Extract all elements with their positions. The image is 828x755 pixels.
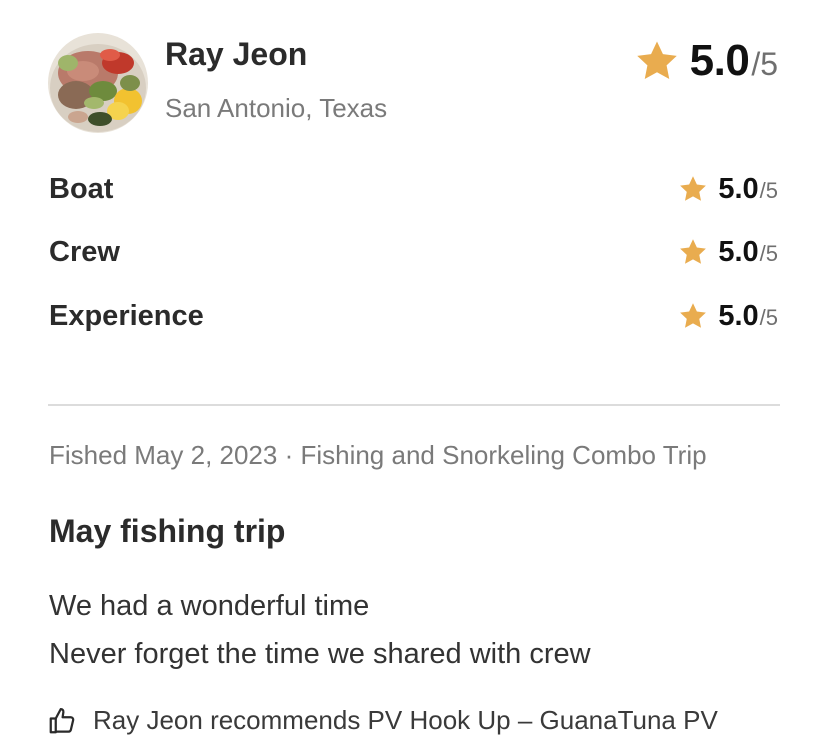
rating-value: 5.0 /5 xyxy=(678,173,778,206)
rating-score: 5.0 xyxy=(718,235,759,268)
divider xyxy=(48,404,780,406)
review-title: May fishing trip xyxy=(49,513,286,549)
rating-out-of: /5 xyxy=(759,240,778,266)
rating-score: 5.0 xyxy=(718,172,759,205)
rating-row-experience: Experience 5.0 /5 xyxy=(49,296,778,336)
recommendation-text: Ray Jeon recommends PV Hook Up – GuanaTu… xyxy=(93,705,718,735)
star-icon xyxy=(678,174,708,204)
reviewer-name[interactable]: Ray Jeon xyxy=(165,36,307,73)
reviewer-location: San Antonio, Texas xyxy=(165,93,388,123)
rating-score: 5.0 xyxy=(718,299,759,332)
overall-rating: 5.0 /5 xyxy=(634,36,778,86)
rating-label: Boat xyxy=(49,172,114,205)
rating-value: 5.0 /5 xyxy=(678,300,778,333)
thumbs-up-icon xyxy=(47,706,77,736)
review-line: We had a wonderful time xyxy=(49,590,370,622)
overall-score: 5.0 xyxy=(689,36,750,85)
rating-value: 5.0 /5 xyxy=(678,236,778,269)
trip-meta: Fished May 2, 2023 · Fishing and Snorkel… xyxy=(49,440,707,470)
rating-out-of: /5 xyxy=(759,304,778,330)
review-line: Never forget the time we shared with cre… xyxy=(49,638,591,670)
star-icon xyxy=(634,38,680,84)
rating-label: Crew xyxy=(49,235,120,268)
avatar[interactable] xyxy=(48,33,148,133)
rating-label: Experience xyxy=(49,299,204,332)
rating-row-boat: Boat 5.0 /5 xyxy=(49,169,778,209)
review-body: We had a wonderful time Never forget the… xyxy=(49,582,591,678)
star-icon xyxy=(678,301,708,331)
rating-row-crew: Crew 5.0 /5 xyxy=(49,232,778,272)
avatar-photo xyxy=(48,33,148,133)
overall-out-of: /5 xyxy=(751,46,778,82)
recommendation: Ray Jeon recommends PV Hook Up – GuanaTu… xyxy=(47,705,718,736)
rating-out-of: /5 xyxy=(759,177,778,203)
star-icon xyxy=(678,237,708,267)
